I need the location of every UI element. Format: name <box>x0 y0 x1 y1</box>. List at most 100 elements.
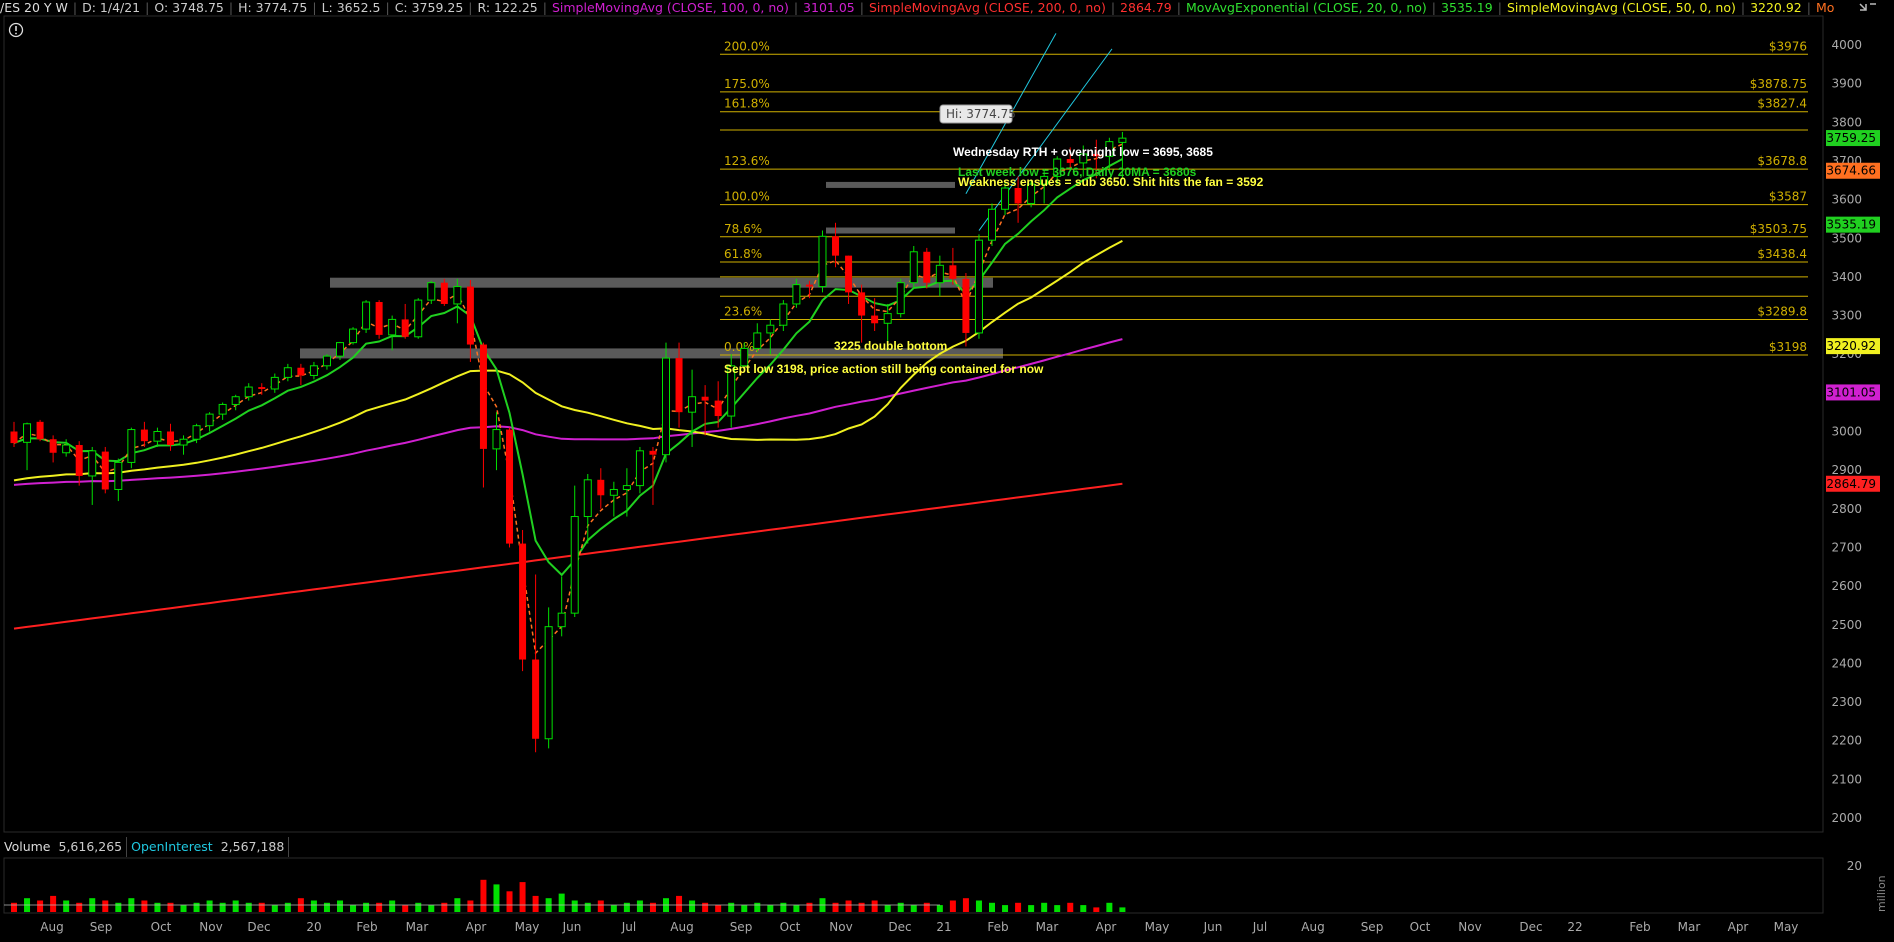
candle-body <box>427 282 436 301</box>
candle-body <box>779 303 788 326</box>
volume-bar <box>597 900 604 912</box>
candle-body <box>179 438 188 446</box>
candle-body <box>506 429 514 544</box>
fib-percent-label: 123.6% <box>724 154 770 168</box>
volume-bar <box>610 905 617 912</box>
chart-annotation: 3225 double bottom <box>834 339 947 353</box>
candle-body <box>192 425 201 440</box>
volume-bar <box>167 902 174 912</box>
volume-bar <box>754 902 761 912</box>
volume-bar <box>741 905 748 912</box>
time-tick-label: 22 <box>1567 920 1582 934</box>
candle-body <box>909 251 918 284</box>
trend-channel-lower <box>978 48 1113 231</box>
price-tick-label: 3500 <box>1831 231 1862 245</box>
volume-bar <box>206 900 213 912</box>
volume-bar <box>193 902 200 912</box>
price-tick-label: 3600 <box>1831 193 1862 207</box>
fib-percent-label: 161.8% <box>724 97 770 111</box>
time-tick-label: Apr <box>1728 920 1749 934</box>
candle-body <box>519 543 527 660</box>
fib-price-label: $3503.75 <box>1750 222 1807 236</box>
price-tick-label: 3800 <box>1831 115 1862 129</box>
time-tick-label: Dec <box>888 920 911 934</box>
candle-body <box>753 332 762 349</box>
volume-bar <box>519 882 526 912</box>
candle-body <box>818 235 827 288</box>
candle-body <box>166 431 174 446</box>
candle-body <box>270 376 279 390</box>
candle-body <box>583 479 592 518</box>
price-tick-label: 3300 <box>1831 309 1862 323</box>
volume-bar <box>115 902 122 912</box>
candle-body <box>1001 187 1010 210</box>
price-chart[interactable]: 2000 2100 2200 2300 2400 2500 2600 2700 2800 2900… <box>0 0 1894 942</box>
candle-body <box>231 396 240 405</box>
volume-label: Volume <box>4 839 51 854</box>
price-tick-label: 2800 <box>1831 502 1862 516</box>
time-tick-label: Aug <box>670 920 693 934</box>
candle-body <box>896 282 905 315</box>
price-tick-label: 3900 <box>1831 77 1862 91</box>
fib-percent-label: 0.0% <box>724 340 755 354</box>
time-tick-label: Sep <box>1361 920 1384 934</box>
price-badge-label: 3674.66 <box>1826 164 1876 178</box>
candle-body <box>101 451 109 490</box>
price-badge-label: 3759.25 <box>1826 131 1876 145</box>
volume-bar <box>428 905 435 912</box>
time-tick-label: Feb <box>356 920 377 934</box>
candle-body <box>10 431 18 444</box>
volume-bar <box>1080 905 1087 912</box>
time-tick-label: Apr <box>466 920 487 934</box>
support-zone <box>826 227 955 234</box>
time-tick-label: Dec <box>247 920 270 934</box>
volume-bar <box>975 900 982 912</box>
volume-bar <box>11 902 17 912</box>
candle-body <box>88 450 97 477</box>
candle-body <box>675 358 683 413</box>
price-badge-label: 3535.19 <box>1826 218 1876 232</box>
volume-bar <box>793 905 800 912</box>
candle-body <box>662 357 670 456</box>
volume-bar <box>1093 907 1100 912</box>
fib-percent-label: 100.0% <box>724 190 770 204</box>
volume-bar <box>284 902 291 912</box>
volume-bar <box>480 879 487 912</box>
candle-body <box>388 318 397 336</box>
time-tick-label: Aug <box>40 920 63 934</box>
price-tick-label: 2900 <box>1831 463 1862 477</box>
candle-body <box>635 450 644 487</box>
candle-body <box>440 282 448 304</box>
time-tick-label: Mar <box>1678 920 1701 934</box>
time-tick-label: Mar <box>1036 920 1059 934</box>
price-tick-label: 3000 <box>1831 425 1862 439</box>
time-tick-label: Oct <box>1410 920 1431 934</box>
volume-bar <box>702 902 709 912</box>
candle-body <box>62 444 71 454</box>
fib-percent-label: 200.0% <box>724 39 770 53</box>
time-tick-label: Feb <box>1629 920 1650 934</box>
volume-unit-label: million <box>1875 875 1888 912</box>
volume-bar <box>689 900 696 912</box>
volume-bar <box>1041 902 1048 912</box>
candle-body <box>375 302 383 335</box>
volume-bar <box>1002 905 1009 912</box>
volume-bar <box>363 902 370 912</box>
candle-body <box>609 488 618 496</box>
volume-bar <box>232 900 239 912</box>
candle-body <box>544 626 553 740</box>
time-tick-label: Nov <box>829 920 852 934</box>
candle-body <box>1066 159 1074 163</box>
candle-body <box>532 659 540 739</box>
fib-percent-label: 23.6% <box>724 304 762 318</box>
candle-body <box>127 429 136 463</box>
time-tick-label: Apr <box>1096 920 1117 934</box>
candle-body <box>49 439 57 453</box>
price-badge-label: 3220.92 <box>1826 339 1876 353</box>
volume-bar <box>897 902 904 912</box>
time-tick-label: Jun <box>1203 920 1223 934</box>
fib-price-label: $3198 <box>1769 340 1807 354</box>
price-tick-label: 2400 <box>1831 656 1862 670</box>
candle-body <box>414 299 423 338</box>
volume-tick-label: 20 <box>1847 859 1862 873</box>
